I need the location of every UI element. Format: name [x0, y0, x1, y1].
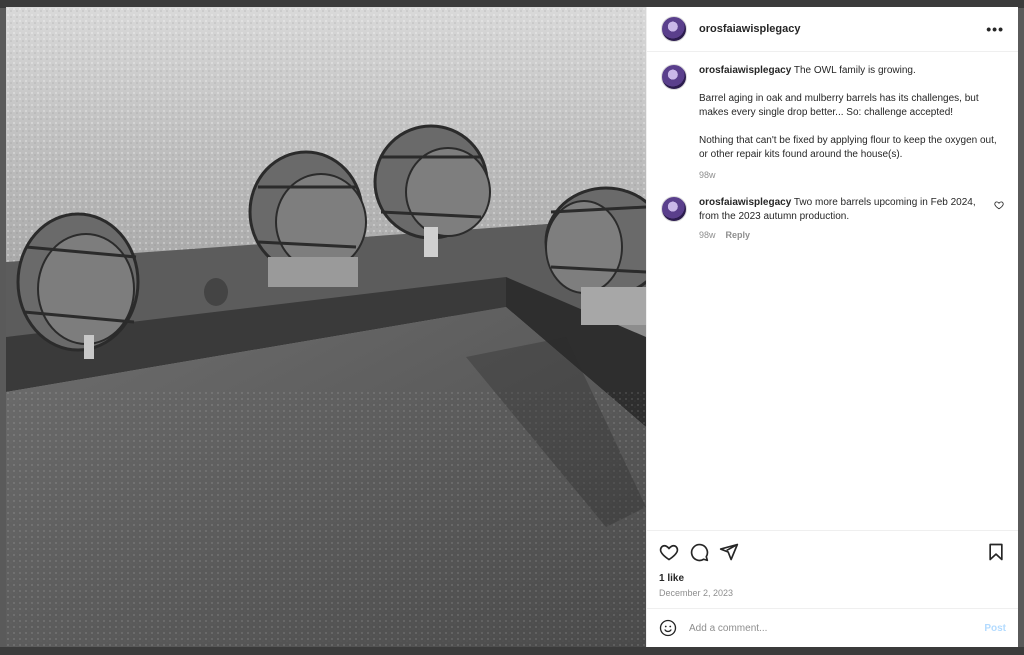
caption-body: orosfaiawisplegacy The OWL family is gro… — [699, 64, 1004, 182]
caption-age: 98w — [699, 170, 716, 180]
caption-username[interactable]: orosfaiawisplegacy — [699, 65, 791, 76]
post-actions: 1 like December 2, 2023 — [647, 530, 1018, 608]
heart-icon[interactable] — [659, 542, 679, 562]
list-item: orosfaiawisplegacy Two more barrels upco… — [661, 196, 1004, 242]
post-modal: orosfaiawisplegacy ••• orosfaiawisplegac… — [6, 7, 1018, 647]
caption-paragraph-2: Barrel aging in oak and mulberry barrels… — [699, 93, 979, 118]
emoji-icon[interactable] — [659, 619, 677, 637]
header-username[interactable]: orosfaiawisplegacy — [699, 23, 986, 35]
bookmark-icon[interactable] — [986, 542, 1006, 562]
share-icon[interactable] — [719, 542, 739, 562]
post-date: December 2, 2023 — [659, 588, 734, 598]
comment-username[interactable]: orosfaiawisplegacy — [699, 197, 791, 208]
caption-line1: The OWL family is growing. — [793, 65, 916, 76]
action-icons — [659, 541, 1006, 563]
caption-paragraph-3: Nothing that can't be fixed by applying … — [699, 135, 997, 160]
post-comment-button[interactable]: Post — [984, 623, 1006, 634]
post-header: orosfaiawisplegacy ••• — [647, 7, 1018, 52]
add-comment-bar: Post — [647, 608, 1018, 647]
small-heart-icon[interactable] — [994, 200, 1004, 210]
comment-meta: 98w Reply — [699, 228, 986, 242]
comment-avatar[interactable] — [661, 196, 687, 222]
caption-avatar[interactable] — [661, 64, 687, 90]
post-photo — [6, 7, 646, 647]
more-options-icon[interactable]: ••• — [986, 21, 1004, 37]
post-sidebar: orosfaiawisplegacy ••• orosfaiawisplegac… — [646, 7, 1018, 647]
background-strip-bottom — [0, 647, 1024, 655]
barrels-photo-illustration — [6, 7, 646, 647]
comments-list: orosfaiawisplegacy The OWL family is gro… — [647, 52, 1018, 530]
caption-first-line: orosfaiawisplegacy The OWL family is gro… — [699, 64, 1004, 78]
reply-button[interactable]: Reply — [726, 228, 751, 242]
caption: orosfaiawisplegacy The OWL family is gro… — [661, 64, 1004, 182]
comment-body: orosfaiawisplegacy Two more barrels upco… — [699, 196, 986, 242]
caption-meta: 98w — [699, 168, 1004, 182]
likes-count[interactable]: 1 like — [659, 573, 1006, 584]
comment-text-block: orosfaiawisplegacy Two more barrels upco… — [699, 196, 986, 224]
avatar[interactable] — [661, 16, 687, 42]
comment-input[interactable] — [687, 621, 985, 635]
comment-icon[interactable] — [689, 542, 709, 562]
comment-age: 98w — [699, 230, 716, 240]
